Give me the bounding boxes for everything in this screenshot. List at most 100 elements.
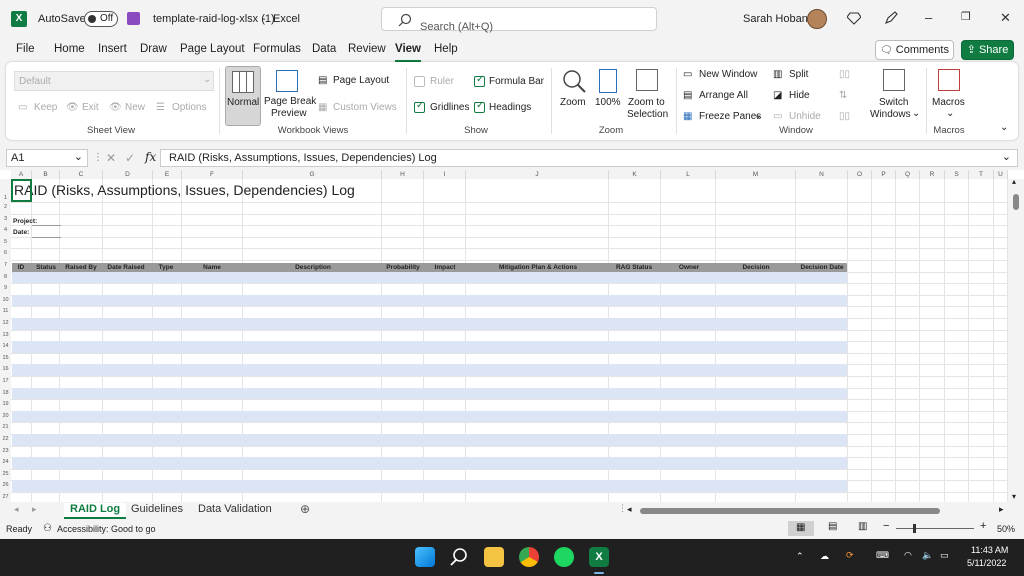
file-explorer-icon[interactable] (484, 547, 504, 567)
sheet-title[interactable]: RAID (Risks, Assumptions, Issues, Depend… (14, 182, 355, 198)
column-header[interactable]: G (243, 170, 382, 179)
diamond-icon[interactable] (847, 11, 861, 25)
spotify-icon[interactable] (554, 547, 574, 567)
zoom-out-icon[interactable]: − (883, 520, 889, 532)
column-header[interactable]: C (60, 170, 103, 179)
prev-sheet-icon[interactable]: ◂ (14, 504, 19, 515)
table-header-cell[interactable]: Name (203, 263, 221, 272)
sheet-view-dropdown[interactable]: Default ⌄ (14, 71, 214, 91)
table-header-cell[interactable]: Raised By (65, 263, 96, 272)
column-header[interactable]: L (661, 170, 716, 179)
worksheet[interactable]: ABCDEFGHIJKLMNOPQRSTU 1 2 3 4 5 6 7 8 9 10 11 12 13 1… (0, 170, 1024, 502)
date-label[interactable]: Date: (13, 229, 29, 236)
column-header[interactable]: D (103, 170, 153, 179)
column-header[interactable]: N (796, 170, 848, 179)
unhide-button[interactable]: Unhide (789, 111, 821, 122)
tab-review[interactable]: Review (348, 43, 386, 55)
table-header-cell[interactable]: Status (36, 263, 56, 272)
windows-start-icon[interactable] (415, 547, 435, 567)
row-header[interactable]: 11 (0, 306, 11, 318)
accessibility-status[interactable]: Accessibility: Good to go (57, 524, 156, 534)
hide-button[interactable]: Hide (789, 90, 810, 101)
zoom-slider-thumb[interactable] (913, 524, 916, 533)
row-header[interactable]: 18 (0, 387, 11, 400)
row-header[interactable]: 20 (0, 410, 11, 423)
formula-input[interactable]: RAID (Risks, Assumptions, Issues, Depend… (160, 149, 1018, 167)
table-header-cell[interactable]: Description (295, 263, 331, 272)
row-header[interactable]: 5 (0, 236, 11, 249)
page-break-status-icon[interactable]: ▥ (858, 521, 867, 532)
scroll-up-icon[interactable]: ▴ (1012, 177, 1016, 186)
wifi-icon[interactable]: ◠ (904, 550, 912, 561)
row-header[interactable]: 2 (0, 202, 11, 214)
arrange-all-button[interactable]: Arrange All (699, 90, 748, 101)
ruler-checkbox[interactable] (414, 76, 425, 87)
new-window-button[interactable]: New Window (699, 69, 757, 80)
table-header-cell[interactable]: Date Raised (107, 263, 144, 272)
next-sheet-icon[interactable]: ▸ (32, 504, 37, 515)
row-header[interactable]: 16 (0, 364, 11, 376)
tab-formulas[interactable]: Formulas (253, 43, 301, 55)
tab-home[interactable]: Home (54, 43, 85, 55)
sheet-tab-guidelines[interactable]: Guidelines (131, 503, 183, 515)
row-header[interactable]: 21 (0, 422, 11, 434)
column-header[interactable]: Q (896, 170, 920, 179)
onedrive-icon[interactable]: ☁ (820, 551, 829, 562)
tab-draw[interactable]: Draw (140, 43, 167, 55)
name-box[interactable]: A1 ⌄ (6, 149, 88, 167)
row-header[interactable]: 12 (0, 318, 11, 330)
column-header[interactable]: U (994, 170, 1008, 179)
row-header[interactable]: 26 (0, 480, 11, 492)
column-header[interactable]: B (32, 170, 60, 179)
custom-views-button[interactable]: Custom Views (333, 102, 397, 113)
tab-view[interactable]: View (395, 43, 421, 55)
sync-scroll-icon[interactable]: ⇅ (839, 90, 847, 101)
options-button[interactable]: Options (172, 102, 206, 113)
row-header[interactable]: 1 (0, 179, 11, 202)
clock-date[interactable]: 5/11/2022 (967, 558, 1006, 568)
scroll-left-icon[interactable]: ◂ (627, 504, 632, 515)
sheet-tab-data-validation[interactable]: Data Validation (198, 503, 272, 515)
clock-time[interactable]: 11:43 AM (971, 545, 1008, 555)
chrome-icon[interactable] (519, 547, 539, 567)
row-header[interactable]: 15 (0, 352, 11, 365)
column-header[interactable]: I (424, 170, 466, 179)
battery-icon[interactable]: ▭ (940, 550, 949, 561)
share-button[interactable]: ⇪ Share (961, 40, 1014, 60)
table-header-cell[interactable]: Decision Date (801, 263, 844, 272)
new-button[interactable]: New (125, 102, 145, 113)
normal-view-toggle[interactable]: ▦ (788, 521, 814, 536)
row-header[interactable]: 6 (0, 248, 11, 260)
search-box[interactable]: Search (Alt+Q) (381, 7, 657, 33)
minimize-icon[interactable]: – (925, 10, 932, 25)
sheet-tab-raid-log[interactable]: RAID Log (64, 503, 127, 519)
table-header-cell[interactable]: ID (18, 263, 25, 272)
horizontal-scroll-thumb[interactable] (640, 508, 940, 514)
switch-windows-button[interactable]: Switch Windows ⌄ (870, 66, 920, 122)
column-header[interactable]: F (182, 170, 243, 179)
collapse-ribbon-icon[interactable]: ⌄ (1000, 122, 1008, 133)
cancel-icon[interactable]: ✕ (106, 151, 116, 165)
keyboard-icon[interactable]: ⌨ (876, 550, 889, 561)
tab-file[interactable]: File (16, 43, 35, 55)
enter-icon[interactable]: ✓ (125, 151, 135, 165)
column-header[interactable]: O (848, 170, 872, 179)
formula-bar-checkbox[interactable] (474, 74, 485, 87)
table-header-cell[interactable]: Type (159, 263, 174, 272)
column-header[interactable]: R (920, 170, 945, 179)
column-header[interactable]: E (153, 170, 182, 179)
column-header[interactable]: J (466, 170, 609, 179)
tab-data[interactable]: Data (312, 43, 336, 55)
row-header[interactable]: 19 (0, 399, 11, 411)
restore-icon[interactable]: ❐ (961, 10, 971, 23)
zoom-to-selection-button[interactable]: Zoom to Selection (626, 66, 670, 122)
page-break-preview-button[interactable]: Page Break Preview (264, 66, 316, 126)
row-header[interactable]: 9 (0, 283, 11, 295)
comments-button[interactable]: 🗨 Comments (875, 40, 954, 60)
function-icon[interactable]: fx (145, 150, 156, 164)
tab-insert[interactable]: Insert (98, 43, 127, 55)
headings-checkbox[interactable] (474, 100, 485, 113)
row-header[interactable]: 7 (0, 260, 11, 272)
keep-button[interactable]: Keep (34, 102, 57, 113)
scroll-thumb[interactable] (1013, 194, 1019, 210)
